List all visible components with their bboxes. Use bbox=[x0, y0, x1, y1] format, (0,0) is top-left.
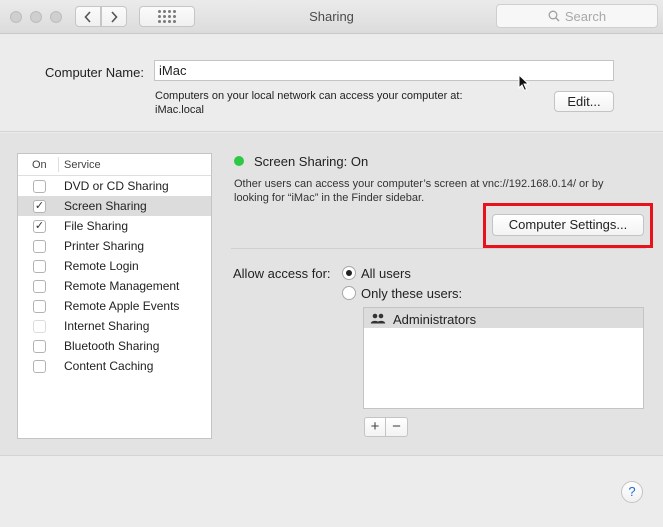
service-label: Bluetooth Sharing bbox=[64, 339, 160, 353]
service-row[interactable]: Bluetooth Sharing bbox=[18, 336, 211, 356]
status-indicator-icon bbox=[234, 156, 244, 166]
highlight-annotation bbox=[483, 203, 653, 248]
service-row[interactable]: Remote Login bbox=[18, 256, 211, 276]
all-users-radio[interactable] bbox=[342, 266, 356, 280]
service-checkbox[interactable] bbox=[33, 340, 46, 353]
help-button[interactable]: ? bbox=[621, 481, 643, 503]
allow-access-label: Allow access for: bbox=[233, 266, 331, 281]
user-row[interactable]: Administrators bbox=[364, 308, 643, 328]
service-row[interactable]: Content Caching bbox=[18, 356, 211, 376]
service-list-header: On Service bbox=[18, 154, 211, 176]
service-checkbox[interactable] bbox=[33, 280, 46, 293]
users-list-controls: + − bbox=[364, 417, 408, 437]
computer-name-info: Computers on your local network can acce… bbox=[155, 89, 463, 117]
local-hostname: iMac.local bbox=[155, 104, 204, 116]
search-icon bbox=[548, 10, 560, 22]
computer-name-input[interactable]: iMac bbox=[154, 60, 614, 81]
service-row[interactable]: Remote Apple Events bbox=[18, 296, 211, 316]
computer-name-label: Computer Name: bbox=[45, 65, 144, 80]
service-label: DVD or CD Sharing bbox=[64, 179, 169, 193]
service-label: Printer Sharing bbox=[64, 239, 145, 253]
service-row[interactable]: Printer Sharing bbox=[18, 236, 211, 256]
all-users-label[interactable]: All users bbox=[361, 266, 411, 281]
only-these-users-radio[interactable] bbox=[342, 286, 356, 300]
service-checkbox[interactable] bbox=[33, 320, 46, 333]
only-these-users-label[interactable]: Only these users: bbox=[361, 286, 462, 301]
service-checkbox[interactable] bbox=[33, 300, 46, 313]
service-row[interactable]: DVD or CD Sharing bbox=[18, 176, 211, 196]
column-divider bbox=[58, 157, 59, 172]
edit-button[interactable]: Edit... bbox=[554, 91, 614, 112]
service-status: Screen Sharing: On bbox=[254, 154, 369, 169]
service-checkbox[interactable]: ✓ bbox=[33, 220, 46, 233]
remove-user-button[interactable]: − bbox=[386, 417, 408, 437]
user-label: Administrators bbox=[393, 312, 477, 327]
service-info: Other users can access your computer’s s… bbox=[234, 177, 634, 205]
service-list: On Service DVD or CD Sharing ✓ Screen Shar… bbox=[17, 153, 212, 439]
service-row[interactable]: ✓ File Sharing bbox=[18, 216, 211, 236]
column-header-on[interactable]: On bbox=[32, 159, 47, 171]
divider bbox=[231, 248, 646, 249]
service-checkbox[interactable] bbox=[33, 180, 46, 193]
title-bar: Sharing Search bbox=[0, 0, 663, 34]
service-label: Remote Management bbox=[64, 279, 180, 293]
service-label: Screen Sharing bbox=[64, 199, 147, 213]
service-label: Internet Sharing bbox=[64, 319, 150, 333]
service-checkbox[interactable]: ✓ bbox=[33, 200, 46, 213]
column-header-service[interactable]: Service bbox=[64, 159, 101, 171]
computer-name-section bbox=[0, 35, 663, 132]
users-list: Administrators bbox=[363, 307, 644, 409]
service-row[interactable]: Internet Sharing bbox=[18, 316, 211, 336]
service-checkbox[interactable] bbox=[33, 360, 46, 373]
service-row[interactable]: Remote Management bbox=[18, 276, 211, 296]
service-label: Remote Login bbox=[64, 259, 139, 273]
service-label: Content Caching bbox=[64, 359, 154, 373]
service-checkbox[interactable] bbox=[33, 260, 46, 273]
group-icon bbox=[370, 313, 386, 324]
computer-name-info-line1: Computers on your local network can acce… bbox=[155, 90, 463, 102]
service-label: Remote Apple Events bbox=[64, 299, 180, 313]
service-row[interactable]: ✓ Screen Sharing bbox=[18, 196, 211, 216]
search-field[interactable]: Search bbox=[496, 4, 658, 28]
service-checkbox[interactable] bbox=[33, 240, 46, 253]
search-placeholder: Search bbox=[564, 8, 607, 24]
mouse-cursor-icon bbox=[518, 74, 530, 92]
add-user-button[interactable]: + bbox=[364, 417, 386, 437]
service-info-line1: Other users can access your computer’s s… bbox=[234, 178, 604, 190]
service-label: File Sharing bbox=[64, 219, 129, 233]
